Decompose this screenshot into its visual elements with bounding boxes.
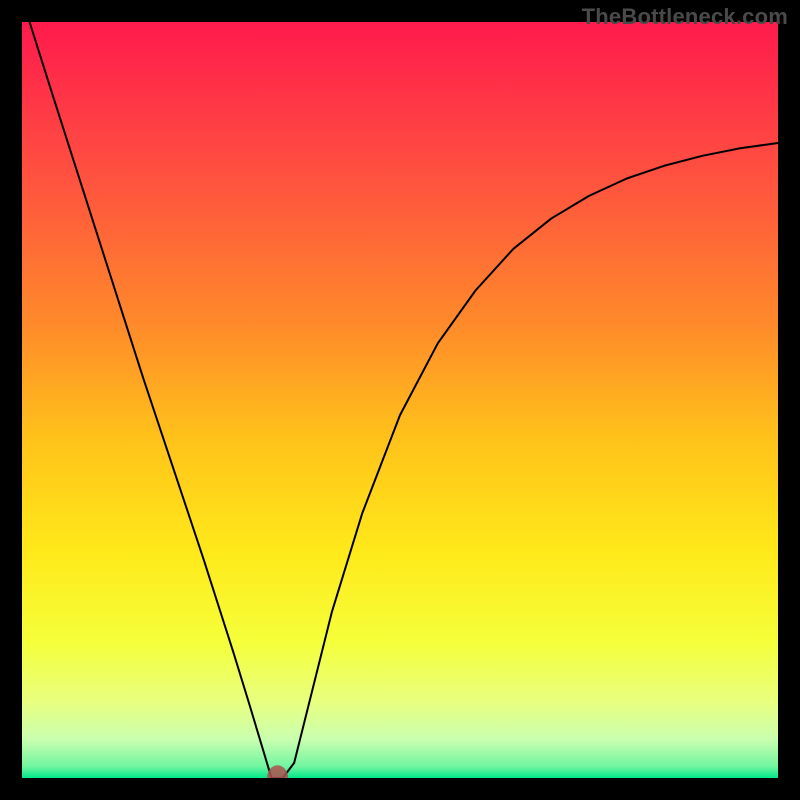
bottleneck-chart: [22, 22, 778, 778]
chart-frame: TheBottleneck.com: [0, 0, 800, 800]
gradient-background: [22, 22, 778, 778]
plot-area: [22, 22, 778, 778]
watermark-text: TheBottleneck.com: [582, 4, 788, 30]
